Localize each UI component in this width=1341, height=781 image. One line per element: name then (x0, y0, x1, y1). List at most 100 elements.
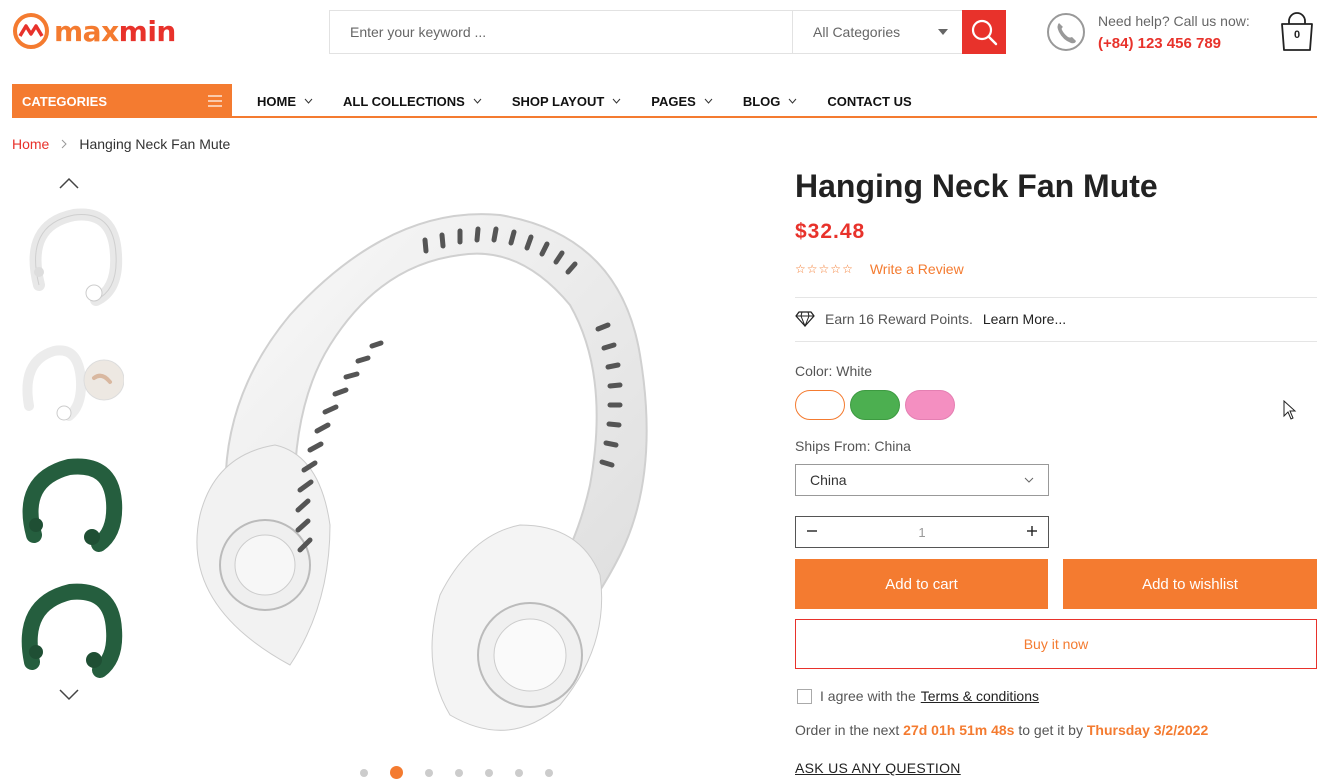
terms-agreement: I agree with the Terms & conditions (797, 688, 1039, 704)
gallery-dot-active[interactable] (390, 766, 403, 779)
chevron-down-icon (59, 689, 79, 701)
category-select-value: All Categories (813, 24, 901, 40)
star-outline-icon: ☆ (806, 262, 818, 276)
nav-item-home[interactable]: HOME (257, 94, 313, 109)
color-swatch-white[interactable] (795, 390, 845, 420)
order-prefix: Order in the next (795, 722, 900, 738)
cart-button[interactable]: 0 (1277, 12, 1317, 52)
mouse-cursor-icon (1283, 399, 1297, 425)
product-price: $32.48 (795, 220, 866, 243)
breadcrumb: Home Hanging Neck Fan Mute (12, 136, 230, 152)
chevron-down-icon (704, 98, 713, 104)
quantity-stepper: 1 (795, 516, 1049, 548)
gallery-dot[interactable] (515, 768, 523, 777)
neck-fan-green-image (22, 458, 123, 552)
divider (795, 297, 1317, 298)
countdown-timer: 27d 01h 51m 48s (903, 722, 1015, 738)
delivery-estimate: Order in the next 27d 01h 51m 48s to get… (795, 722, 1208, 738)
product-thumbnail[interactable] (14, 200, 124, 310)
terms-link[interactable]: Terms & conditions (921, 688, 1039, 704)
help-contact: Need help? Call us now: (+84) 123 456 78… (1046, 12, 1250, 52)
neck-fan-main-image (196, 213, 648, 731)
caret-down-icon (938, 29, 948, 35)
plus-icon (1026, 525, 1037, 536)
write-review-link[interactable]: Write a Review (870, 261, 964, 277)
color-swatch-pink[interactable] (905, 390, 955, 420)
gallery-pagination (360, 766, 575, 779)
nav-item-shop-layout[interactable]: SHOP LAYOUT (512, 94, 621, 109)
nav-item-all-collections[interactable]: ALL COLLECTIONS (343, 94, 482, 109)
search-icon (971, 19, 998, 46)
chevron-down-icon (1024, 477, 1034, 483)
product-thumbnail[interactable] (14, 328, 125, 438)
hamburger-icon (208, 95, 222, 107)
nav-item-label: HOME (257, 93, 296, 109)
color-label: Color: White (795, 363, 873, 379)
star-rating: ☆ ☆ ☆ ☆ ☆ (795, 262, 854, 276)
nav-divider (232, 116, 1317, 118)
categories-label: CATEGORIES (22, 93, 107, 109)
reward-points: Earn 16 Reward Points. Learn More... (795, 311, 1066, 327)
ships-from-select[interactable]: China (795, 464, 1049, 496)
chevron-right-icon (61, 139, 68, 149)
order-mid: to get it by (1018, 722, 1083, 738)
brand-name-part1: max (54, 14, 119, 48)
search-button[interactable] (962, 10, 1006, 54)
main-product-image[interactable] (180, 195, 680, 760)
product-thumbnail[interactable] (14, 455, 124, 565)
star-outline-icon: ☆ (830, 262, 842, 276)
gallery-dot[interactable] (545, 768, 553, 777)
nav-item-label: CONTACT US (827, 93, 912, 109)
brand-name-part2: min (118, 14, 177, 48)
nav-item-contact-us[interactable]: CONTACT US (827, 94, 911, 109)
ask-question-link[interactable]: ASK US ANY QUESTION (795, 760, 961, 776)
color-swatch-green[interactable] (850, 390, 900, 420)
search-input[interactable] (330, 11, 792, 53)
thumbnail-prev-button[interactable] (58, 176, 80, 195)
ships-from-value: China (810, 472, 847, 488)
phone-icon (1047, 13, 1085, 51)
minus-icon (807, 529, 817, 532)
product-thumbnail[interactable] (14, 580, 124, 690)
nav-item-pages[interactable]: PAGES (651, 94, 713, 109)
breadcrumb-current: Hanging Neck Fan Mute (79, 136, 231, 152)
chevron-down-icon (612, 98, 621, 104)
buy-now-button[interactable]: Buy it now (795, 619, 1317, 669)
gallery-dot[interactable] (485, 768, 493, 777)
star-outline-icon: ☆ (842, 262, 853, 276)
nav-item-blog[interactable]: BLOG (743, 94, 798, 109)
gallery-dot[interactable] (360, 768, 368, 777)
neck-fan-green-image (21, 583, 123, 678)
terms-checkbox[interactable] (797, 688, 812, 704)
cart-count: 0 (1293, 29, 1301, 41)
brand-logo[interactable]: maxmin (12, 12, 176, 50)
quantity-decrease-button[interactable] (806, 525, 818, 540)
chevron-down-icon (789, 98, 797, 104)
learn-more-link[interactable]: Learn More... (983, 311, 1066, 327)
color-swatches (795, 390, 960, 420)
category-select[interactable]: All Categories (792, 11, 962, 53)
breadcrumb-home-link[interactable]: Home (12, 136, 49, 152)
quantity-increase-button[interactable] (1026, 525, 1038, 540)
thumbnail-next-button[interactable] (58, 688, 80, 707)
reward-text: Earn 16 Reward Points. (825, 311, 973, 327)
star-outline-icon: ☆ (818, 262, 830, 276)
help-phone[interactable]: (+84) 123 456 789 (1098, 35, 1250, 52)
nav-item-label: PAGES (651, 93, 696, 109)
ships-from-label: Ships From: China (795, 438, 911, 454)
nav-item-label: ALL COLLECTIONS (343, 93, 465, 109)
add-to-wishlist-button[interactable]: Add to wishlist (1063, 559, 1317, 609)
search-bar: All Categories (329, 10, 1006, 54)
categories-menu-button[interactable]: CATEGORIES (12, 84, 232, 118)
main-nav: HOME ALL COLLECTIONS SHOP LAYOUT PAGES B… (257, 84, 942, 118)
gallery-dot[interactable] (425, 768, 433, 777)
brand-name: maxmin (54, 15, 176, 48)
nav-item-label: SHOP LAYOUT (511, 93, 605, 109)
gallery-dot[interactable] (455, 768, 463, 777)
add-to-cart-button[interactable]: Add to cart (795, 559, 1048, 609)
divider (795, 341, 1317, 342)
quantity-input[interactable]: 1 (918, 525, 925, 540)
logo-mark-icon (13, 13, 49, 49)
delivery-date: Thursday 3/2/2022 (1086, 722, 1209, 738)
help-label: Need help? Call us now: (1098, 12, 1250, 29)
